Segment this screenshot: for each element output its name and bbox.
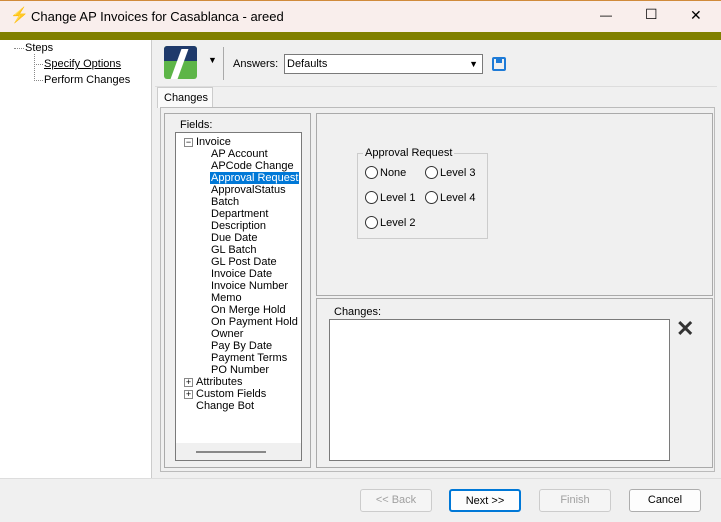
accent-bar bbox=[0, 32, 721, 40]
tab-changes[interactable]: Changes bbox=[157, 87, 213, 108]
tree-item[interactable]: Due Date bbox=[211, 232, 257, 244]
step-perform-changes[interactable]: Perform Changes bbox=[44, 74, 130, 86]
tree-item[interactable]: Description bbox=[211, 220, 266, 232]
radio-label: Level 3 bbox=[440, 166, 476, 179]
tree-node-custom-fields[interactable]: Custom Fields bbox=[196, 388, 266, 400]
changes-label: Changes: bbox=[334, 306, 382, 318]
step-specify-options[interactable]: Specify Options bbox=[44, 58, 121, 70]
next-button[interactable]: Next >> bbox=[449, 489, 521, 512]
finish-button[interactable]: Finish bbox=[539, 489, 611, 512]
radio-label: None bbox=[380, 166, 407, 179]
close-button[interactable]: ✕ bbox=[690, 7, 702, 24]
tree-item[interactable]: APCode Change bbox=[211, 160, 294, 172]
fields-tree[interactable]: − Invoice AP Account APCode Change Approva… bbox=[175, 132, 302, 461]
delete-change-icon[interactable]: ✕ bbox=[676, 316, 694, 342]
tree-item[interactable]: Payment Terms bbox=[211, 352, 287, 364]
tree-item[interactable]: GL Batch bbox=[211, 244, 256, 256]
radio-level-4[interactable]: Level 4 bbox=[425, 191, 475, 204]
maximize-button[interactable]: ☐ bbox=[645, 6, 658, 23]
tree-item[interactable]: Batch bbox=[211, 196, 239, 208]
tree-item[interactable]: Approval Request bbox=[210, 172, 300, 184]
answers-label: Answers: bbox=[233, 58, 279, 70]
tree-item[interactable]: Memo bbox=[211, 292, 242, 304]
radio-level-2[interactable]: Level 2 bbox=[365, 216, 415, 229]
collapse-icon[interactable]: − bbox=[184, 138, 193, 147]
radio-level-1[interactable]: Level 1 bbox=[365, 191, 415, 204]
answers-select[interactable]: Defaults ▼ bbox=[284, 54, 483, 74]
minimize-button[interactable]: — bbox=[600, 8, 612, 22]
title-bar: ⚡ Change AP Invoices for Casablanca - ar… bbox=[0, 0, 721, 32]
steps-root: Steps bbox=[25, 42, 54, 54]
changes-list[interactable] bbox=[329, 319, 670, 461]
tree-node-attributes[interactable]: Attributes bbox=[196, 376, 242, 388]
tree-item[interactable]: ApprovalStatus bbox=[211, 184, 286, 196]
tree-node-change-bot[interactable]: Change Bot bbox=[196, 400, 254, 412]
cancel-button[interactable]: Cancel bbox=[629, 489, 701, 512]
radio-label: Level 1 bbox=[380, 191, 416, 204]
tree-node-invoice[interactable]: Invoice bbox=[196, 136, 231, 148]
steps-panel: Steps Specify Options Perform Changes bbox=[0, 40, 152, 478]
tree-item[interactable]: On Payment Hold bbox=[211, 316, 298, 328]
save-icon[interactable] bbox=[492, 57, 506, 71]
tree-item[interactable]: Invoice Number bbox=[211, 280, 288, 292]
back-button[interactable]: << Back bbox=[360, 489, 432, 512]
approval-group-title: Approval Request bbox=[363, 147, 455, 159]
radio-label: Level 4 bbox=[440, 191, 476, 204]
scrollbar-thumb[interactable] bbox=[196, 451, 266, 453]
tree-item[interactable]: Department bbox=[211, 208, 268, 220]
tree-item[interactable]: AP Account bbox=[211, 148, 268, 160]
radio-level-3[interactable]: Level 3 bbox=[425, 166, 475, 179]
lightning-icon: ⚡ bbox=[10, 7, 29, 24]
answers-value: Defaults bbox=[287, 58, 328, 70]
window-title: Change AP Invoices for Casablanca - aree… bbox=[31, 9, 284, 24]
fields-label: Fields: bbox=[180, 119, 213, 131]
expand-icon[interactable]: + bbox=[184, 378, 193, 387]
tree-item[interactable]: On Merge Hold bbox=[211, 304, 286, 316]
expand-icon[interactable]: + bbox=[184, 390, 193, 399]
tree-item[interactable]: Owner bbox=[211, 328, 243, 340]
radio-label: Level 2 bbox=[380, 216, 416, 229]
chevron-down-icon: ▼ bbox=[469, 59, 478, 69]
radio-none[interactable]: None bbox=[365, 166, 406, 179]
app-logo[interactable] bbox=[164, 46, 197, 79]
tree-item[interactable]: GL Post Date bbox=[211, 256, 277, 268]
horizontal-scrollbar[interactable] bbox=[176, 443, 301, 460]
tree-item[interactable]: Pay By Date bbox=[211, 340, 272, 352]
logo-dropdown-icon[interactable]: ▼ bbox=[208, 55, 217, 65]
tree-item[interactable]: PO Number bbox=[211, 364, 269, 376]
tree-item[interactable]: Invoice Date bbox=[211, 268, 272, 280]
